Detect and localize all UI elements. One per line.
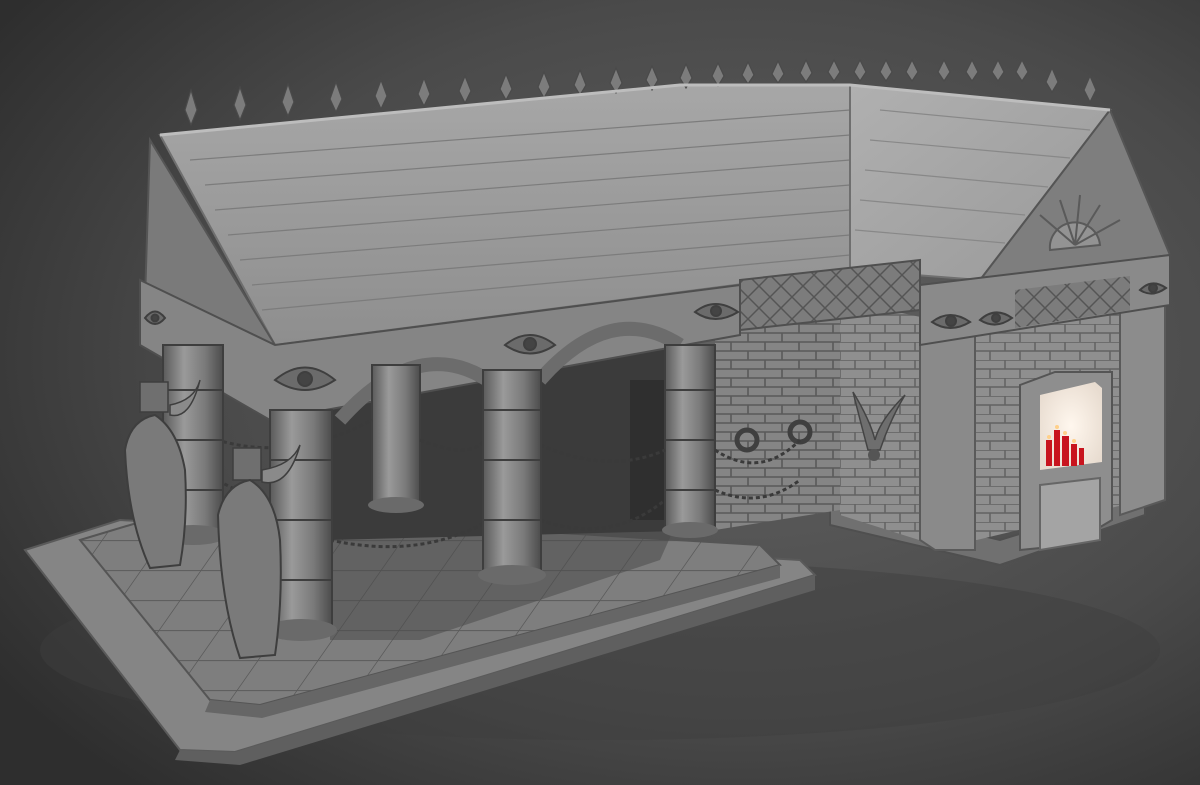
column	[664, 344, 716, 531]
render-viewport	[0, 0, 1200, 785]
column	[482, 369, 542, 576]
column	[371, 364, 421, 506]
temple-render	[0, 0, 1200, 785]
eye-emblem	[143, 310, 167, 325]
fireplace	[1019, 371, 1113, 552]
fireplace-ash-box	[1039, 476, 1101, 552]
